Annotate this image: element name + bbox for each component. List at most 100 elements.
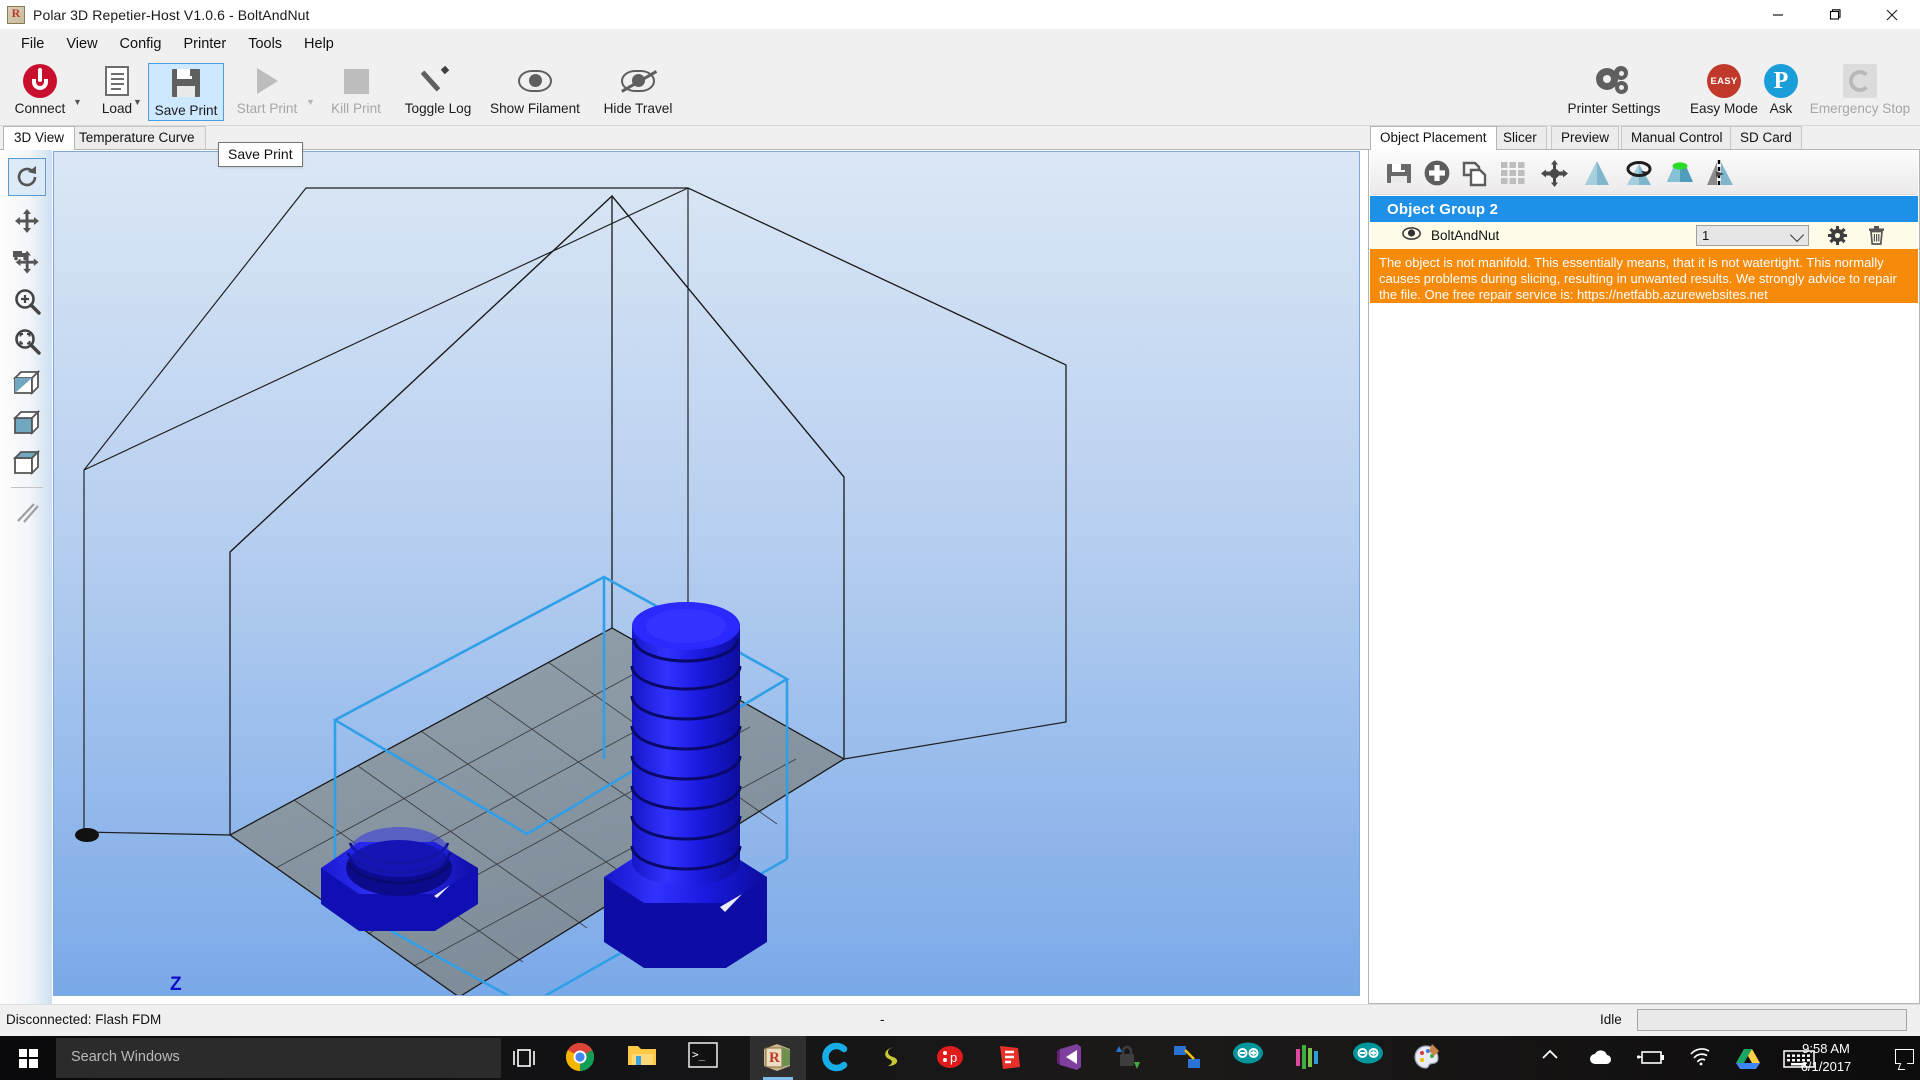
move-view-tool[interactable] [8, 202, 46, 240]
task-view-icon[interactable] [508, 1042, 540, 1074]
windows-logo-icon [18, 1048, 38, 1068]
gears-icon [1596, 62, 1632, 100]
3d-view-panel: Z X Y [0, 149, 1368, 1004]
menu-config[interactable]: Config [109, 32, 173, 56]
easy-badge-text: EASY [1707, 64, 1741, 98]
mirror-glyph [1707, 160, 1733, 186]
load-button[interactable]: Load [86, 62, 148, 122]
onedrive-cloud-icon[interactable] [1588, 1048, 1614, 1070]
tab-slicer[interactable]: Slicer [1493, 126, 1547, 150]
chevron-down-icon [1789, 227, 1805, 243]
repetier-host-window: Polar 3D Repetier-Host V1.0.6 - BoltAndN… [0, 0, 1920, 1080]
kill-print-button[interactable]: Kill Print [320, 62, 392, 122]
show-hidden-icons-chevron[interactable] [1540, 1048, 1562, 1070]
3d-viewport[interactable]: Z X Y [53, 151, 1360, 996]
menu-tools[interactable]: Tools [237, 32, 293, 56]
object-count-select[interactable]: 1 [1696, 225, 1809, 246]
google-drive-icon[interactable] [1735, 1048, 1761, 1070]
right-panel: Object Placement Slicer Preview Manual C… [1368, 126, 1920, 1004]
start-print-button[interactable]: Start Print [228, 62, 306, 122]
rotate-view-tool[interactable] [8, 158, 46, 196]
rotate-object-icon[interactable] [1622, 156, 1656, 190]
paint-icon[interactable] [1412, 1042, 1444, 1074]
mirror-object-icon[interactable] [1703, 156, 1737, 190]
object-delete-trash-icon[interactable] [1868, 226, 1885, 250]
visual-studio-icon[interactable] [1054, 1042, 1086, 1074]
show-filament-button[interactable]: Show Filament [480, 62, 590, 122]
start-button[interactable] [0, 1036, 56, 1080]
connect-dropdown-arrow[interactable]: ▼ [73, 97, 82, 107]
toggle-log-button[interactable]: Toggle Log [396, 62, 480, 122]
secure-transfer-icon[interactable] [1113, 1042, 1145, 1074]
maximize-button[interactable] [1806, 0, 1863, 29]
ask-button[interactable]: P Ask [1757, 62, 1805, 122]
cube-wire-icon [13, 450, 41, 476]
tab-preview[interactable]: Preview [1551, 126, 1620, 150]
arduino-icon[interactable] [1232, 1042, 1264, 1074]
center-object-icon[interactable] [1537, 156, 1571, 190]
easy-mode-button[interactable]: EASY Easy Mode [1680, 62, 1768, 122]
notification-icon[interactable] [1895, 1049, 1914, 1064]
audacity-icon[interactable] [1292, 1042, 1324, 1074]
wifi-icon[interactable] [1688, 1048, 1712, 1070]
menu-help[interactable]: Help [293, 32, 345, 56]
tab-temperature-curve[interactable]: Temperature Curve [68, 126, 206, 150]
travel-lines-icon [17, 503, 39, 523]
save-print-tooltip: Save Print [218, 142, 303, 167]
drop-to-bed-icon[interactable] [1663, 156, 1697, 190]
close-button[interactable] [1863, 0, 1920, 29]
simplify3d-icon[interactable] [876, 1042, 908, 1074]
autoposition-grid-icon[interactable] [1496, 156, 1530, 190]
menu-printer[interactable]: Printer [172, 32, 237, 56]
menu-file[interactable]: File [10, 32, 55, 56]
eye-slash-icon [621, 62, 657, 100]
battery-icon[interactable] [1636, 1048, 1665, 1070]
arduino2-icon[interactable] [1352, 1042, 1384, 1074]
minimize-button[interactable] [1749, 0, 1806, 29]
search-input[interactable]: Search Windows [56, 1038, 501, 1078]
window-title: Polar 3D Repetier-Host V1.0.6 - BoltAndN… [33, 6, 310, 23]
object-settings-gear-icon[interactable] [1828, 226, 1847, 250]
status-bar: Disconnected: Flash FDM - Idle [0, 1004, 1920, 1037]
menu-view[interactable]: View [55, 32, 108, 56]
tab-object-placement[interactable]: Object Placement [1370, 126, 1497, 150]
remote-desktop-icon[interactable] [1172, 1042, 1204, 1074]
zoom-fit-tool[interactable] [8, 322, 46, 360]
terminal-icon[interactable]: >_ [688, 1042, 720, 1074]
minimize-icon [1772, 13, 1783, 16]
file-explorer-icon[interactable] [627, 1042, 659, 1074]
travel-moves-tool[interactable] [8, 494, 46, 532]
object-list-row[interactable]: BoltAndNut 1 [1370, 222, 1918, 249]
hide-travel-button[interactable]: Hide Travel [592, 62, 684, 122]
emergency-stop-button[interactable]: Emergency Stop [1804, 62, 1916, 122]
view-mode-wireframe-tool[interactable] [8, 444, 46, 482]
ask-badge-text: P [1764, 64, 1798, 98]
chrome-icon[interactable] [565, 1042, 597, 1074]
object-visible-eye-icon[interactable] [1402, 226, 1421, 245]
move-object-tool[interactable] [8, 242, 46, 280]
zoom-tool[interactable] [8, 282, 46, 320]
emergency-stop-label: Emergency Stop [1809, 101, 1911, 116]
tab-manual-control[interactable]: Manual Control [1621, 126, 1733, 150]
taskbar-clock[interactable]: 9:58 AM 6/1/2017 [1778, 1040, 1874, 1076]
pronterface-icon[interactable]: p [935, 1042, 967, 1074]
save-print-button[interactable]: Save Print [148, 63, 224, 121]
sketchup-icon[interactable] [994, 1042, 1026, 1074]
start-print-dropdown-arrow[interactable]: ▼ [306, 97, 315, 107]
scale-pyramid-icon [1585, 161, 1609, 185]
cura-icon[interactable] [820, 1042, 852, 1074]
view-mode-front-tool[interactable] [8, 364, 46, 402]
load-dropdown-arrow[interactable]: ▼ [133, 97, 142, 107]
add-object-icon[interactable] [1420, 156, 1454, 190]
move-arrows-icon [15, 209, 39, 233]
save-object-icon[interactable] [1382, 156, 1416, 190]
repetier-host-icon[interactable]: R [762, 1042, 794, 1074]
scale-object-icon[interactable] [1580, 156, 1614, 190]
printer-settings-button[interactable]: Printer Settings [1556, 62, 1672, 122]
tab-sd-card[interactable]: SD Card [1730, 126, 1802, 150]
connect-button[interactable]: Connect [7, 62, 73, 122]
copy-object-icon[interactable] [1458, 156, 1492, 190]
main-toolbar: Connect ▼ Load ▼ Save Print Start Print … [0, 59, 1920, 126]
view-mode-solid-tool[interactable] [8, 404, 46, 442]
tab-3d-view[interactable]: 3D View [3, 126, 76, 150]
